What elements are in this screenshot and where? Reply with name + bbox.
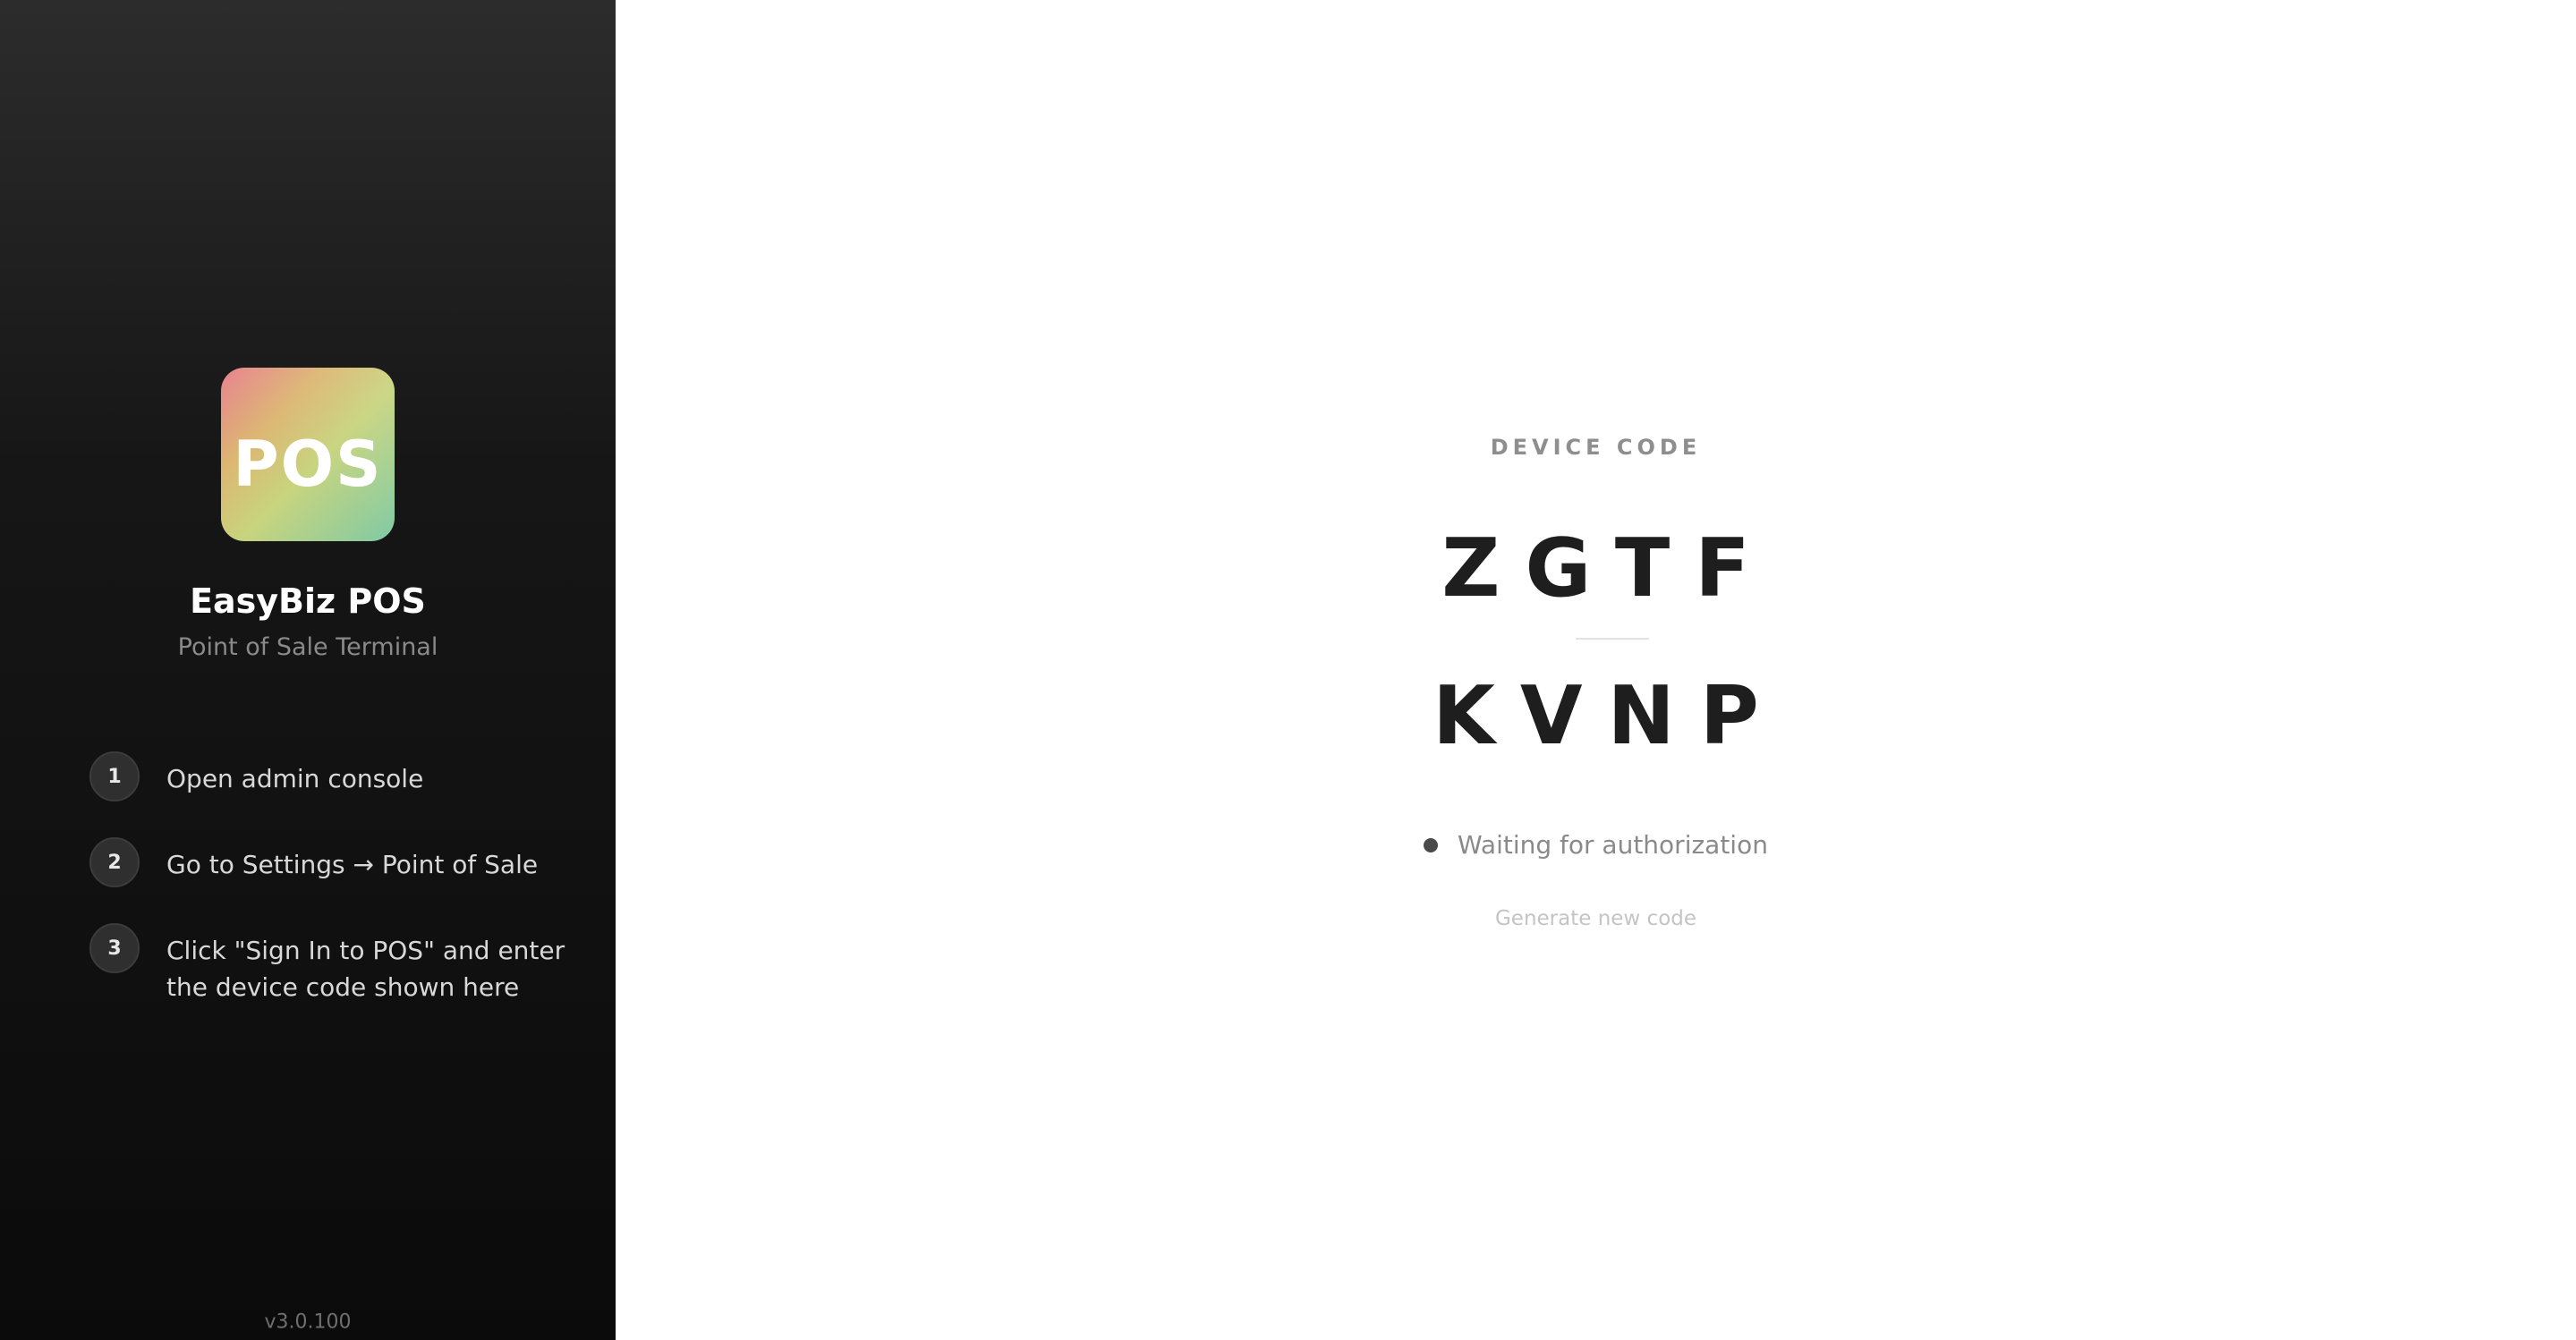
app-subtitle: Point of Sale Terminal — [177, 633, 438, 661]
app-logo: POS — [221, 368, 395, 541]
device-code-row-1: ZGTF — [1441, 522, 1775, 615]
device-code-row-2: KVNP — [1433, 669, 1784, 763]
main-panel: DEVICE CODE ZGTF KVNP Waiting for author… — [616, 0, 2576, 1340]
step-text: Open admin console — [166, 764, 424, 793]
generate-new-code-link[interactable]: Generate new code — [616, 907, 2576, 930]
logo-text: POS — [233, 428, 383, 501]
status-dot-icon — [1424, 837, 1439, 852]
step-3: 3 Click "Sign In to POS" and enter the d… — [89, 923, 591, 1005]
code-divider — [1576, 638, 1649, 640]
step-number-badge: 1 — [89, 751, 140, 801]
step-1: 1 Open admin console — [89, 751, 591, 801]
sidebar: POS EasyBiz POS Point of Sale Terminal 1… — [0, 0, 616, 1340]
device-login-screen: POS EasyBiz POS Point of Sale Terminal 1… — [0, 0, 2576, 1340]
device-code-label: DEVICE CODE — [1490, 435, 1702, 460]
version-label: v3.0.100 — [264, 1310, 352, 1334]
app-title: EasyBiz POS — [190, 581, 426, 621]
step-text: Click "Sign In to POS" and enter the dev… — [166, 936, 565, 1002]
step-number-badge: 2 — [89, 837, 140, 887]
step-text: Go to Settings → Point of Sale — [166, 850, 539, 879]
authorization-status: Waiting for authorization — [616, 830, 2576, 860]
status-text: Waiting for authorization — [1458, 830, 1768, 860]
instruction-steps: 1 Open admin console 2 Go to Settings → … — [89, 751, 591, 1041]
device-code-panel: DEVICE CODE ZGTF KVNP Waiting for author… — [616, 0, 2576, 1340]
step-number-badge: 3 — [89, 923, 140, 973]
step-2: 2 Go to Settings → Point of Sale — [89, 837, 591, 887]
